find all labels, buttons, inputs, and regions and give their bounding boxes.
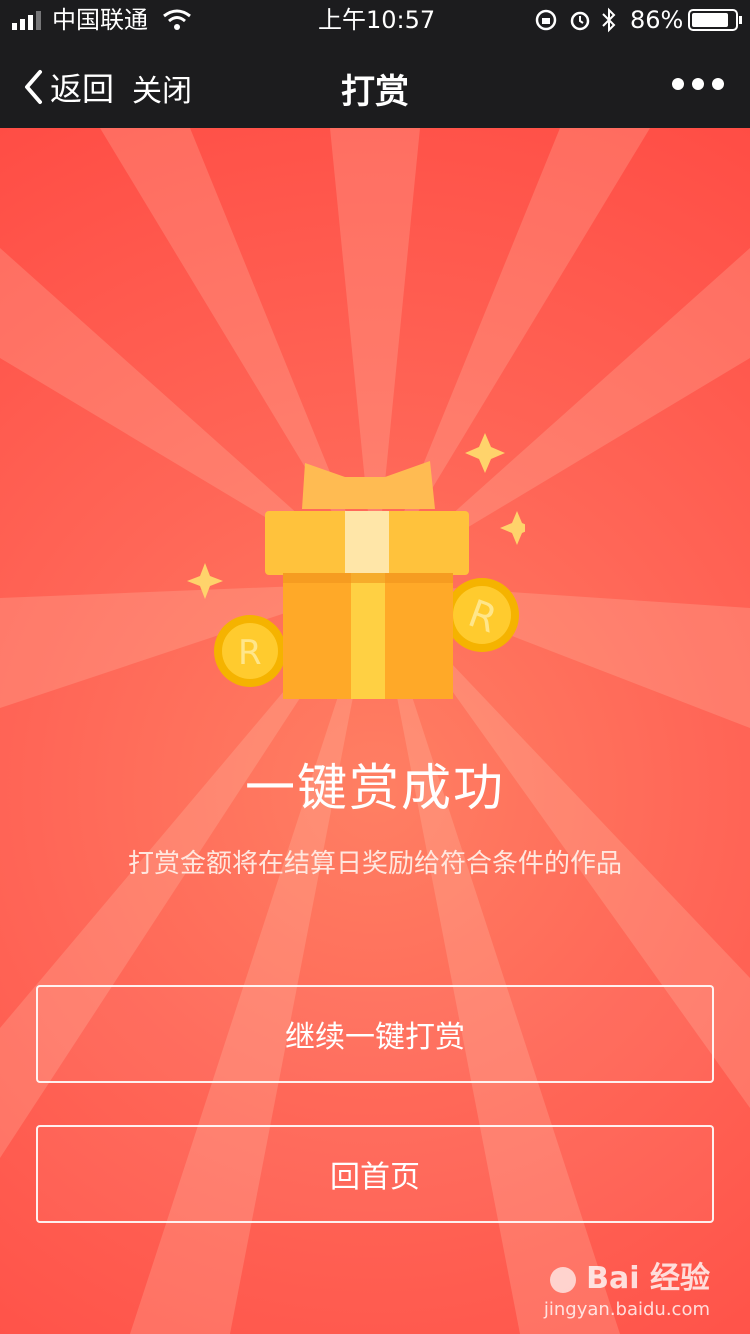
nav-bar: 返回 关闭 打赏 bbox=[0, 40, 750, 128]
more-dot-icon bbox=[712, 78, 724, 90]
reward-description: 打赏金额将在结算日奖励给符合条件的作品 bbox=[127, 849, 622, 879]
back-home-button[interactable]: 回首页 bbox=[36, 1125, 714, 1223]
bluetooth-icon bbox=[602, 7, 616, 33]
sparkle-icon bbox=[187, 563, 223, 599]
battery-percent: 86% bbox=[630, 6, 684, 34]
clock-label: 上午10:57 bbox=[318, 6, 436, 34]
reward-success-panel: R R 一键赏成功 打赏金额将在结算日奖励给符合条件的作品 继续一键打赏 回首页… bbox=[0, 128, 750, 1334]
alarm-icon bbox=[570, 11, 590, 31]
baidu-jingyan-watermark: Bai 经验 jingyan.baidu.com bbox=[544, 1253, 710, 1320]
more-menu-button[interactable] bbox=[672, 78, 724, 90]
rotation-lock-icon bbox=[535, 9, 557, 31]
gift-box-illustration: R R bbox=[187, 433, 525, 699]
coin-icon: R bbox=[445, 578, 519, 652]
battery-icon bbox=[688, 9, 742, 31]
continue-reward-button[interactable]: 继续一键打赏 bbox=[36, 985, 714, 1083]
wifi-icon bbox=[163, 9, 191, 30]
coin-letter: R bbox=[238, 633, 262, 673]
back-button[interactable]: 返回 bbox=[22, 64, 114, 110]
more-dot-icon bbox=[692, 78, 704, 90]
close-button[interactable]: 关闭 bbox=[132, 66, 192, 110]
more-dot-icon bbox=[672, 78, 684, 90]
status-bar: 中国联通 上午10:57 86% bbox=[0, 0, 750, 40]
signal-icon bbox=[12, 11, 41, 30]
coin-icon: R bbox=[214, 615, 286, 687]
back-label: 返回 bbox=[50, 70, 115, 108]
sparkle-icon bbox=[465, 433, 505, 473]
paw-icon bbox=[549, 1266, 576, 1293]
success-headline: 一键赏成功 bbox=[245, 759, 505, 817]
watermark-brand: Bai 经验 bbox=[586, 1261, 710, 1296]
chevron-left-icon bbox=[25, 70, 42, 104]
watermark-site: jingyan.baidu.com bbox=[543, 1299, 710, 1320]
carrier-label: 中国联通 bbox=[52, 6, 148, 34]
sparkle-icon bbox=[500, 511, 525, 545]
